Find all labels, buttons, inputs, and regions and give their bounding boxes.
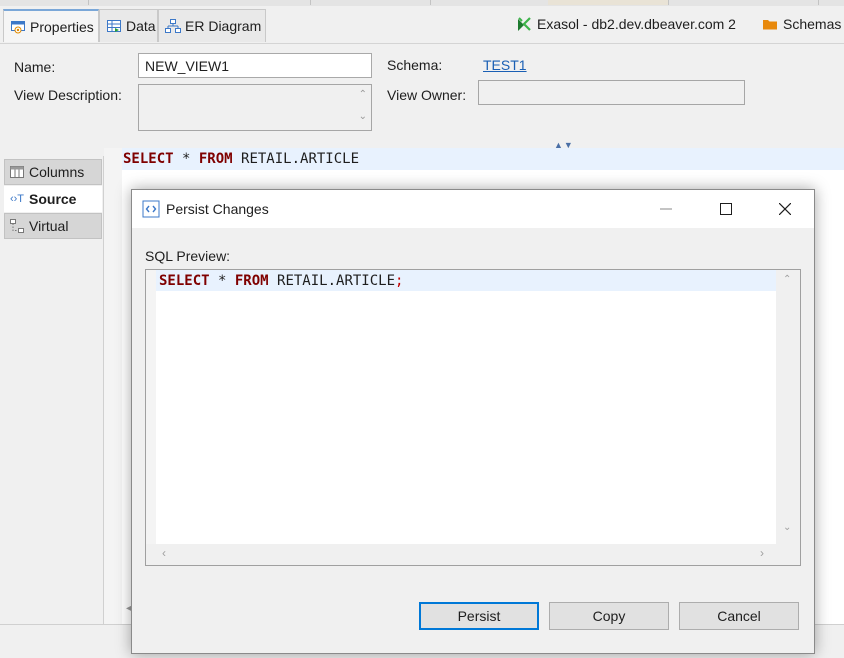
side-tab-source-label: Source xyxy=(29,191,77,207)
folder-icon xyxy=(762,16,778,32)
dialog-titlebar: Persist Changes xyxy=(132,190,814,228)
scroll-down-icon[interactable]: ⌄ xyxy=(359,111,367,122)
dialog-app-icon xyxy=(142,200,160,221)
schemas-selector[interactable]: Schemas xyxy=(762,16,841,32)
persist-button[interactable]: Persist xyxy=(419,602,539,630)
sql-keyword: SELECT xyxy=(159,273,210,289)
side-tab-columns-label: Columns xyxy=(29,164,85,180)
columns-icon xyxy=(9,164,25,180)
sql-text: RETAIL.ARTICLE xyxy=(232,151,360,167)
side-tab-columns[interactable]: Columns xyxy=(4,159,102,185)
er-diagram-icon xyxy=(165,18,181,34)
minimize-button[interactable] xyxy=(643,190,689,228)
tab-er-diagram[interactable]: ER Diagram xyxy=(158,9,266,42)
dialog-title: Persist Changes xyxy=(166,201,269,217)
preview-gutter xyxy=(146,270,156,544)
schema-label: Schema: xyxy=(387,57,443,73)
sql-text: * xyxy=(173,151,199,167)
editor-sql-line: SELECT * FROM RETAIL.ARTICLE xyxy=(123,151,359,167)
source-code-icon: ‹›T xyxy=(9,193,25,205)
schema-link[interactable]: TEST1 xyxy=(483,57,527,73)
scroll-up-icon[interactable]: ⌃ xyxy=(359,89,367,100)
horizontal-scrollbar[interactable]: ‹ › xyxy=(146,544,800,565)
editor-gutter xyxy=(104,148,122,624)
sql-keyword: FROM xyxy=(198,151,233,167)
tab-properties-label: Properties xyxy=(30,18,94,35)
preview-sql-line: SELECT * FROM RETAIL.ARTICLE; xyxy=(159,273,403,289)
close-icon xyxy=(779,203,791,215)
sql-keyword: FROM xyxy=(234,273,269,289)
scroll-down-arrow-icon[interactable]: ⌄ xyxy=(783,522,791,533)
schemas-label: Schemas xyxy=(783,16,842,32)
outer-tab-segment[interactable] xyxy=(310,0,431,5)
name-label: Name: xyxy=(14,59,56,75)
scroll-left-arrow-icon[interactable]: ‹ xyxy=(162,546,166,560)
name-input[interactable]: NEW_VIEW1 xyxy=(138,53,372,78)
view-owner-label: View Owner: xyxy=(387,87,467,103)
editor-tab-bar: Properties Data ER Diagram Exasol - db2.… xyxy=(0,6,844,44)
tab-properties[interactable]: Properties xyxy=(3,9,99,42)
copy-button[interactable]: Copy xyxy=(549,602,669,630)
side-tab-virtual-label: Virtual xyxy=(29,218,69,234)
data-grid-icon xyxy=(106,18,122,34)
maximize-button[interactable] xyxy=(703,190,749,228)
outer-tab-segment[interactable] xyxy=(88,0,311,5)
side-tab-virtual[interactable]: Virtual xyxy=(4,213,102,239)
scroll-right-arrow-icon[interactable]: › xyxy=(760,546,764,560)
outer-tab-segment[interactable] xyxy=(430,0,549,5)
sql-keyword: SELECT xyxy=(123,151,174,167)
connection-selector[interactable]: Exasol - db2.dev.dbeaver.com 2 xyxy=(516,16,736,32)
properties-icon xyxy=(10,19,26,35)
maximize-icon xyxy=(720,203,732,215)
scroll-up-arrow-icon[interactable]: ⌃ xyxy=(783,274,791,285)
vertical-scrollbar[interactable]: ⌃ ⌄ xyxy=(776,270,800,544)
exasol-logo-icon xyxy=(516,16,532,32)
persist-changes-dialog: Persist Changes SQL Preview: SELECT * FR… xyxy=(131,189,815,654)
tab-data[interactable]: Data xyxy=(99,9,158,42)
sql-preview-box[interactable]: SELECT * FROM RETAIL.ARTICLE; ⌃ ⌄ ‹ › xyxy=(145,269,801,566)
virtual-icon xyxy=(9,218,25,234)
sql-text: * xyxy=(209,273,235,289)
outer-tab-segment[interactable] xyxy=(548,0,669,5)
tab-data-label: Data xyxy=(126,18,156,34)
outer-tab-segment[interactable] xyxy=(668,0,819,5)
view-owner-field[interactable] xyxy=(478,80,745,105)
outer-tab-segment[interactable] xyxy=(0,0,89,5)
minimize-icon xyxy=(660,208,672,210)
sql-semicolon: ; xyxy=(395,273,404,289)
connection-name: Exasol - db2.dev.dbeaver.com 2 xyxy=(537,16,736,32)
view-description-label: View Description: xyxy=(14,87,122,103)
sql-text: RETAIL.ARTICLE xyxy=(268,273,396,289)
side-tab-source[interactable]: ‹›T Source xyxy=(4,186,102,212)
name-input-value: NEW_VIEW1 xyxy=(145,58,230,74)
cancel-button[interactable]: Cancel xyxy=(679,602,799,630)
view-description-field[interactable]: ⌃ ⌄ xyxy=(138,84,372,131)
tab-er-diagram-label: ER Diagram xyxy=(185,18,262,34)
close-button[interactable] xyxy=(762,190,808,228)
sql-preview-label: SQL Preview: xyxy=(145,248,231,264)
